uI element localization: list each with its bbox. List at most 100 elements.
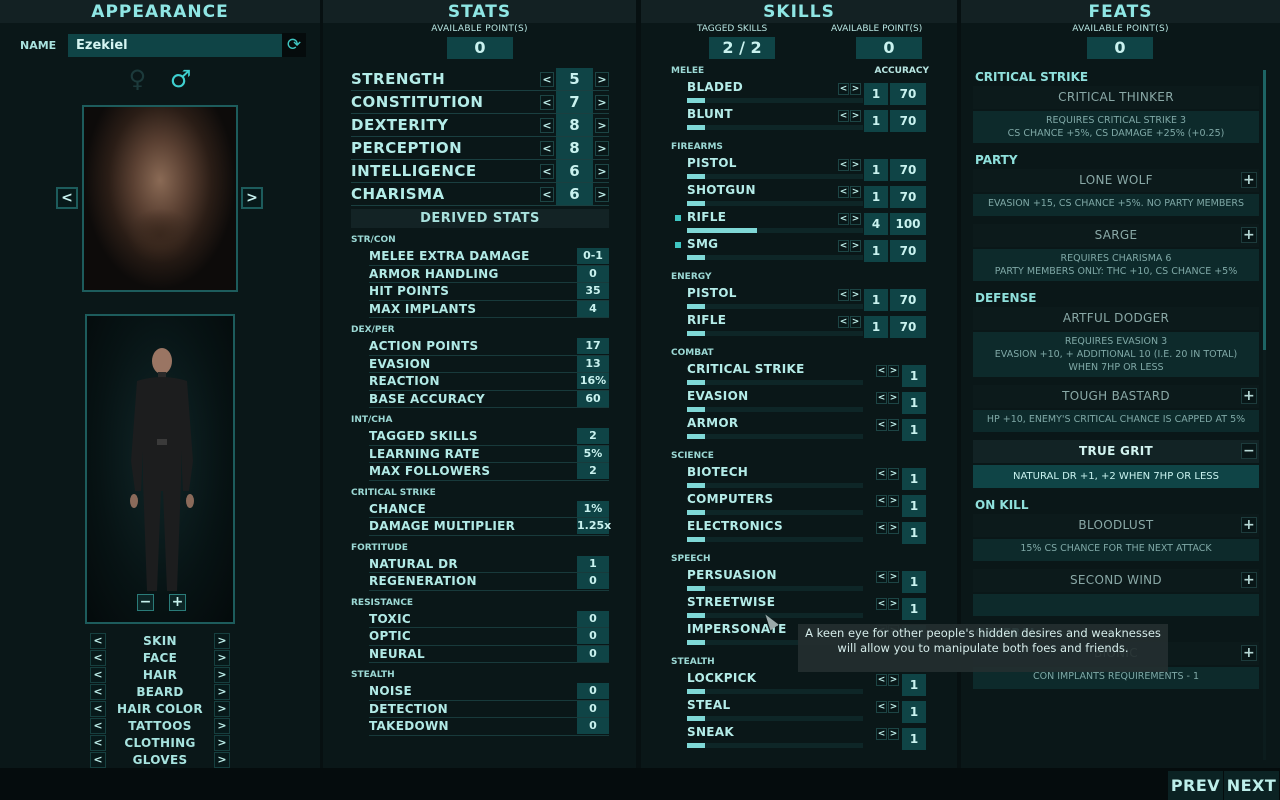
male-icon[interactable]: ♂ bbox=[170, 65, 192, 93]
decrease-attribute-button[interactable]: < bbox=[540, 140, 554, 156]
increase-skill-button[interactable]: > bbox=[888, 598, 899, 610]
decrease-skill-button[interactable]: < bbox=[838, 213, 849, 225]
increase-attribute-button[interactable]: > bbox=[595, 186, 609, 202]
add-feat-button[interactable]: + bbox=[1241, 517, 1257, 533]
decrease-skill-button[interactable]: < bbox=[876, 674, 887, 686]
zoom-out-button[interactable]: − bbox=[137, 594, 154, 611]
decrease-skill-button[interactable]: < bbox=[838, 289, 849, 301]
prev-option-button[interactable]: < bbox=[90, 649, 106, 666]
next-option-button[interactable]: > bbox=[214, 734, 230, 751]
decrease-skill-button[interactable]: < bbox=[876, 419, 887, 431]
feat-item[interactable]: TRUE GRIT − NATURAL DR +1, +2 WHEN 7HP OR … bbox=[973, 440, 1259, 488]
decrease-skill-button[interactable]: < bbox=[838, 186, 849, 198]
decrease-skill-button[interactable]: < bbox=[876, 728, 887, 740]
decrease-skill-button[interactable]: < bbox=[876, 365, 887, 377]
increase-attribute-button[interactable]: > bbox=[595, 94, 609, 110]
feat-name-row[interactable]: CRITICAL THINKER bbox=[973, 86, 1259, 109]
prev-option-button[interactable]: < bbox=[90, 632, 106, 649]
feat-item[interactable]: LONE WOLF + EVASION +15, CS CHANCE +5%. NO… bbox=[973, 169, 1259, 216]
decrease-skill-button[interactable]: < bbox=[876, 571, 887, 583]
increase-skill-button[interactable]: > bbox=[888, 728, 899, 740]
increase-skill-button[interactable]: > bbox=[888, 674, 899, 686]
female-icon[interactable]: ♀ bbox=[129, 65, 147, 93]
increase-skill-button[interactable]: > bbox=[850, 289, 861, 301]
randomize-name-button[interactable]: ⟳ bbox=[282, 33, 306, 57]
decrease-skill-button[interactable]: < bbox=[838, 159, 849, 171]
increase-skill-button[interactable]: > bbox=[888, 701, 899, 713]
increase-skill-button[interactable]: > bbox=[850, 83, 861, 95]
next-option-button[interactable]: > bbox=[214, 717, 230, 734]
decrease-attribute-button[interactable]: < bbox=[540, 163, 554, 179]
remove-feat-button[interactable]: − bbox=[1241, 443, 1257, 459]
increase-skill-button[interactable]: > bbox=[888, 495, 899, 507]
feats-scroll-thumb[interactable] bbox=[1263, 70, 1266, 350]
feat-item[interactable]: SECOND WIND + bbox=[973, 569, 1259, 616]
decrease-skill-button[interactable]: < bbox=[876, 701, 887, 713]
increase-skill-button[interactable]: > bbox=[850, 316, 861, 328]
increase-skill-button[interactable]: > bbox=[850, 159, 861, 171]
increase-attribute-button[interactable]: > bbox=[595, 140, 609, 156]
feat-name-row[interactable]: SARGE + bbox=[973, 224, 1259, 247]
decrease-skill-button[interactable]: < bbox=[876, 522, 887, 534]
next-button[interactable]: NEXT bbox=[1224, 771, 1279, 800]
increase-skill-button[interactable]: > bbox=[888, 468, 899, 480]
next-portrait-button[interactable]: > bbox=[241, 187, 263, 209]
increase-skill-button[interactable]: > bbox=[888, 419, 899, 431]
decrease-attribute-button[interactable]: < bbox=[540, 94, 554, 110]
prev-portrait-button[interactable]: < bbox=[56, 187, 78, 209]
feat-item[interactable]: BLOODLUST +15% CS CHANCE FOR THE NEXT ATT… bbox=[973, 514, 1259, 561]
feats-scrollbar[interactable] bbox=[1263, 70, 1266, 760]
feat-item[interactable]: TOUGH BASTARD + HP +10, ENEMY'S CRITICAL C… bbox=[973, 385, 1259, 432]
decrease-skill-button[interactable]: < bbox=[876, 392, 887, 404]
feat-name-row[interactable]: TRUE GRIT − bbox=[973, 440, 1259, 463]
decrease-skill-button[interactable]: < bbox=[876, 598, 887, 610]
increase-attribute-button[interactable]: > bbox=[595, 71, 609, 87]
decrease-skill-button[interactable]: < bbox=[838, 110, 849, 122]
next-option-button[interactable]: > bbox=[214, 649, 230, 666]
increase-attribute-button[interactable]: > bbox=[595, 117, 609, 133]
decrease-skill-button[interactable]: < bbox=[838, 83, 849, 95]
decrease-attribute-button[interactable]: < bbox=[540, 186, 554, 202]
prev-option-button[interactable]: < bbox=[90, 717, 106, 734]
next-option-button[interactable]: > bbox=[214, 632, 230, 649]
prev-option-button[interactable]: < bbox=[90, 734, 106, 751]
next-option-button[interactable]: > bbox=[214, 683, 230, 700]
increase-skill-button[interactable]: > bbox=[850, 213, 861, 225]
add-feat-button[interactable]: + bbox=[1241, 645, 1257, 661]
decrease-attribute-button[interactable]: < bbox=[540, 117, 554, 133]
name-input[interactable] bbox=[68, 33, 282, 57]
increase-attribute-button[interactable]: > bbox=[595, 163, 609, 179]
feat-name-row[interactable]: BLOODLUST + bbox=[973, 514, 1259, 537]
decrease-skill-button[interactable]: < bbox=[876, 468, 887, 480]
add-feat-button[interactable]: + bbox=[1241, 227, 1257, 243]
increase-skill-button[interactable]: > bbox=[850, 240, 861, 252]
feat-name-row[interactable]: ARTFUL DODGER bbox=[973, 307, 1259, 330]
decrease-skill-button[interactable]: < bbox=[876, 495, 887, 507]
decrease-skill-button[interactable]: < bbox=[838, 240, 849, 252]
next-option-button[interactable]: > bbox=[214, 700, 230, 717]
add-feat-button[interactable]: + bbox=[1241, 388, 1257, 404]
prev-option-button[interactable]: < bbox=[90, 751, 106, 768]
increase-skill-button[interactable]: > bbox=[850, 110, 861, 122]
prev-option-button[interactable]: < bbox=[90, 700, 106, 717]
increase-skill-button[interactable]: > bbox=[888, 392, 899, 404]
add-feat-button[interactable]: + bbox=[1241, 572, 1257, 588]
prev-option-button[interactable]: < bbox=[90, 683, 106, 700]
next-option-button[interactable]: > bbox=[214, 751, 230, 768]
feat-item[interactable]: ARTFUL DODGER REQUIRES EVASION 3 EVASION … bbox=[973, 307, 1259, 377]
feat-name-row[interactable]: LONE WOLF + bbox=[973, 169, 1259, 192]
increase-skill-button[interactable]: > bbox=[888, 522, 899, 534]
zoom-in-button[interactable]: + bbox=[169, 594, 186, 611]
next-option-button[interactable]: > bbox=[214, 666, 230, 683]
increase-skill-button[interactable]: > bbox=[888, 365, 899, 377]
feat-item[interactable]: SARGE + REQUIRES CHARISMA 6 PARTY MEMBERS … bbox=[973, 224, 1259, 281]
decrease-skill-button[interactable]: < bbox=[838, 316, 849, 328]
add-feat-button[interactable]: + bbox=[1241, 172, 1257, 188]
prev-button[interactable]: PREV bbox=[1168, 771, 1223, 800]
feat-name-row[interactable]: TOUGH BASTARD + bbox=[973, 385, 1259, 408]
feat-item[interactable]: CRITICAL THINKER REQUIRES CRITICAL STRIKE… bbox=[973, 86, 1259, 143]
feat-name-row[interactable]: SECOND WIND + bbox=[973, 569, 1259, 592]
prev-option-button[interactable]: < bbox=[90, 666, 106, 683]
character-3d-preview[interactable]: − + bbox=[85, 314, 235, 624]
increase-skill-button[interactable]: > bbox=[888, 571, 899, 583]
